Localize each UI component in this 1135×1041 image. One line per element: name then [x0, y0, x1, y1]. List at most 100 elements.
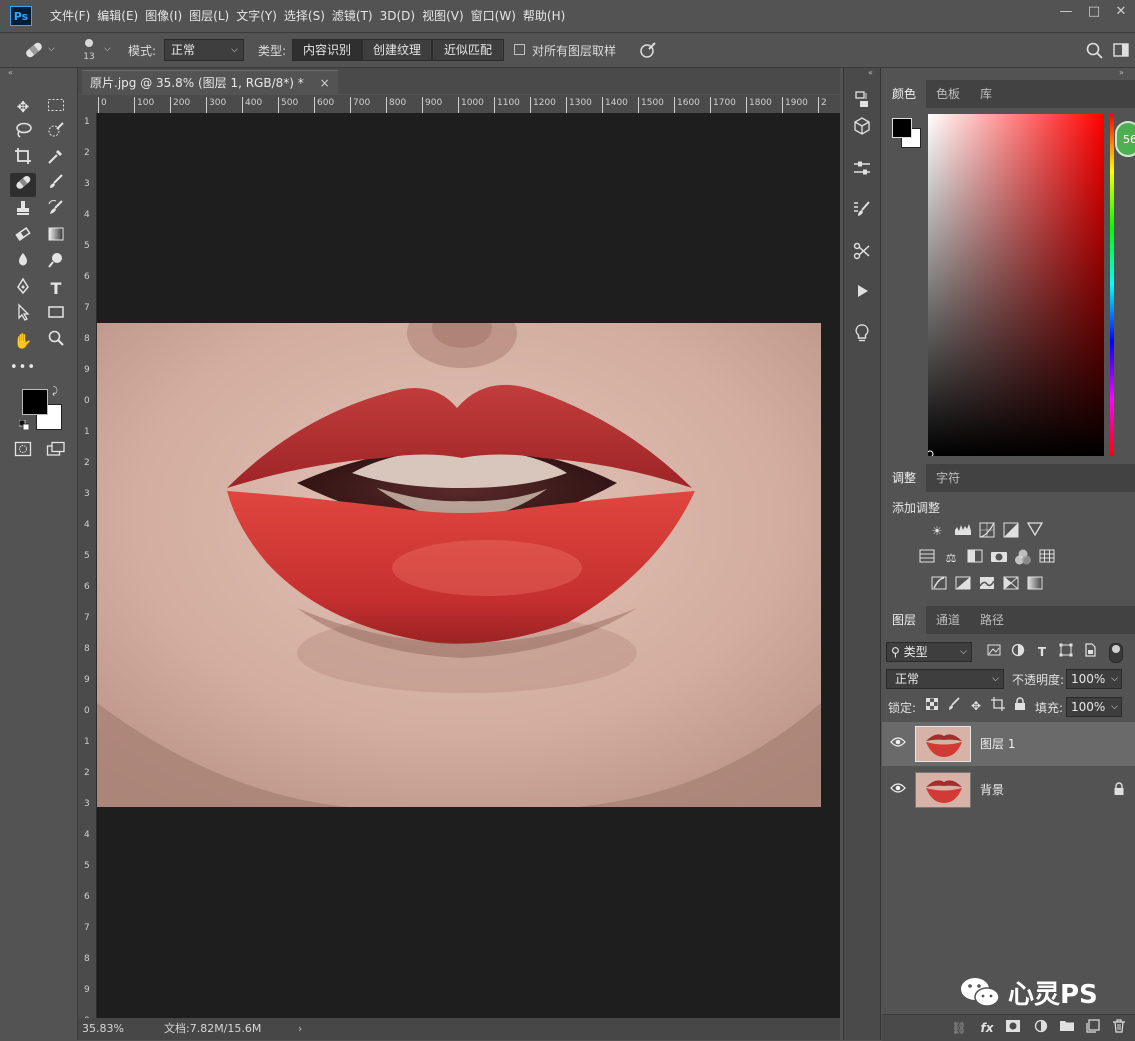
restore-button[interactable]: □: [1080, 0, 1108, 24]
channel-mixer-icon[interactable]: [1014, 549, 1032, 567]
menu-image[interactable]: 图像(I): [145, 0, 189, 32]
clone-source-icon[interactable]: [850, 242, 874, 266]
crop-tool-icon[interactable]: [10, 147, 36, 171]
menu-view[interactable]: 视图(V): [422, 0, 471, 32]
curves-icon[interactable]: [978, 522, 996, 540]
posterize-icon[interactable]: [954, 576, 972, 594]
layer-thumbnail[interactable]: [915, 772, 971, 808]
selective-color-icon[interactable]: [1002, 576, 1020, 594]
delete-layer-icon[interactable]: [1110, 1019, 1128, 1037]
marquee-tool-icon[interactable]: [43, 95, 69, 119]
history-panel-icon[interactable]: [850, 90, 874, 114]
actions-play-icon[interactable]: [850, 283, 874, 307]
layer-name[interactable]: 背景: [980, 781, 1004, 798]
new-group-folder-icon[interactable]: [1058, 1018, 1076, 1036]
tab-libraries[interactable]: 库: [970, 80, 1002, 108]
brush-settings-icon[interactable]: [850, 200, 874, 224]
tab-color[interactable]: 颜色: [882, 80, 927, 108]
type-create-texture[interactable]: 创建纹理: [362, 39, 432, 61]
tab-swatches[interactable]: 色板: [926, 80, 970, 108]
lock-artboard-icon[interactable]: [989, 697, 1007, 715]
add-mask-icon[interactable]: [1004, 1019, 1022, 1037]
gradient-map-icon[interactable]: [1026, 576, 1044, 594]
invert-icon[interactable]: [930, 576, 948, 594]
panel-foreground-swatch[interactable]: [892, 118, 912, 138]
levels-icon[interactable]: [954, 522, 972, 540]
quick-selection-tool-icon[interactable]: [43, 121, 69, 145]
close-button[interactable]: ✕: [1107, 0, 1135, 24]
lock-position-icon[interactable]: ✥: [967, 697, 985, 715]
fill-input[interactable]: 100% ⌵: [1066, 697, 1122, 717]
new-layer-icon[interactable]: [1084, 1019, 1102, 1037]
eraser-tool-icon[interactable]: [10, 225, 36, 249]
more-tools-icon[interactable]: •••: [10, 356, 36, 380]
black-white-icon[interactable]: [966, 549, 984, 567]
close-tab-icon[interactable]: ×: [320, 76, 330, 90]
tab-channels[interactable]: 通道: [926, 606, 970, 634]
filter-pixel-icon[interactable]: [985, 643, 1003, 661]
menu-3d[interactable]: 3D(D): [380, 0, 422, 32]
screen-mode-icon[interactable]: [46, 441, 68, 457]
exposure-icon[interactable]: [1002, 522, 1020, 540]
lasso-tool-icon[interactable]: [10, 121, 36, 145]
filter-smart-object-icon[interactable]: [1081, 643, 1099, 661]
type-tool-icon[interactable]: T: [43, 277, 69, 301]
layer-name[interactable]: 图层 1: [980, 735, 1015, 752]
eyedropper-tool-icon[interactable]: [43, 147, 69, 171]
default-colors-icon[interactable]: [18, 419, 30, 431]
layer-style-fx-icon[interactable]: fx: [978, 1019, 996, 1037]
3d-panel-icon[interactable]: [850, 117, 874, 141]
filter-toggle[interactable]: [1109, 643, 1123, 663]
collapse-dock-icon[interactable]: «: [868, 68, 873, 77]
spot-healing-tool-icon[interactable]: [10, 173, 36, 197]
menu-window[interactable]: 窗口(W): [471, 0, 523, 32]
color-balance-icon[interactable]: ⚖: [942, 549, 960, 567]
properties-panel-icon[interactable]: [850, 160, 874, 184]
tab-layers[interactable]: 图层: [882, 606, 927, 634]
minimize-button[interactable]: —: [1052, 0, 1080, 24]
spot-healing-brush-icon[interactable]: [22, 39, 46, 61]
document-tab[interactable]: 原片.jpg @ 35.8% (图层 1, RGB/8*) * ×: [82, 70, 338, 95]
eye-icon[interactable]: [890, 782, 906, 798]
photo-filter-icon[interactable]: [990, 549, 1008, 567]
collapse-panels-icon[interactable]: »: [1119, 68, 1124, 77]
threshold-icon[interactable]: [978, 576, 996, 594]
brush-chevron-icon[interactable]: ⌵: [104, 44, 111, 54]
link-layers-icon[interactable]: ⛓: [950, 1019, 968, 1037]
menu-file[interactable]: 文件(F): [50, 0, 97, 32]
move-tool-icon[interactable]: ✥: [10, 95, 36, 119]
filter-type-icon[interactable]: T: [1033, 643, 1051, 661]
lock-pixels-icon[interactable]: [945, 697, 963, 715]
hue-saturation-icon[interactable]: [918, 549, 936, 567]
lock-transparent-icon[interactable]: [923, 697, 941, 715]
layer-thumbnail[interactable]: [915, 726, 971, 762]
tab-paths[interactable]: 路径: [970, 606, 1014, 634]
menu-help[interactable]: 帮助(H): [523, 0, 572, 32]
menu-type[interactable]: 文字(Y): [236, 0, 284, 32]
type-content-aware[interactable]: 内容识别: [292, 39, 362, 61]
status-menu-arrow-icon[interactable]: ›: [298, 1018, 302, 1040]
menu-edit[interactable]: 编辑(E): [97, 0, 145, 32]
brush-preset-picker[interactable]: 13: [80, 37, 98, 63]
tool-preset-chevron-icon[interactable]: ⌵: [48, 44, 55, 54]
pen-tool-icon[interactable]: [10, 277, 36, 301]
menu-layer[interactable]: 图层(L): [189, 0, 236, 32]
tab-adjustments[interactable]: 调整: [882, 464, 927, 492]
layer-filter-select[interactable]: ⚲ 类型 ⌵: [886, 642, 972, 662]
sample-all-layers-checkbox[interactable]: [514, 44, 525, 55]
collapse-toolbar-icon[interactable]: «: [8, 68, 13, 77]
clone-stamp-tool-icon[interactable]: [10, 199, 36, 223]
blur-tool-icon[interactable]: [10, 251, 36, 275]
rectangle-tool-icon[interactable]: [43, 303, 69, 327]
learn-lightbulb-icon[interactable]: [850, 323, 874, 347]
color-field[interactable]: [926, 114, 1104, 458]
hand-tool-icon[interactable]: ✋: [10, 329, 36, 353]
opacity-input[interactable]: 100% ⌵: [1066, 669, 1122, 689]
zoom-tool-icon[interactable]: [43, 329, 69, 353]
history-brush-tool-icon[interactable]: [43, 199, 69, 223]
vibrance-icon[interactable]: [1026, 522, 1044, 540]
menu-select[interactable]: 选择(S): [284, 0, 332, 32]
foreground-color-swatch[interactable]: [22, 389, 48, 415]
eye-icon[interactable]: [890, 736, 906, 752]
layer-row-layer1[interactable]: 图层 1: [882, 722, 1135, 766]
